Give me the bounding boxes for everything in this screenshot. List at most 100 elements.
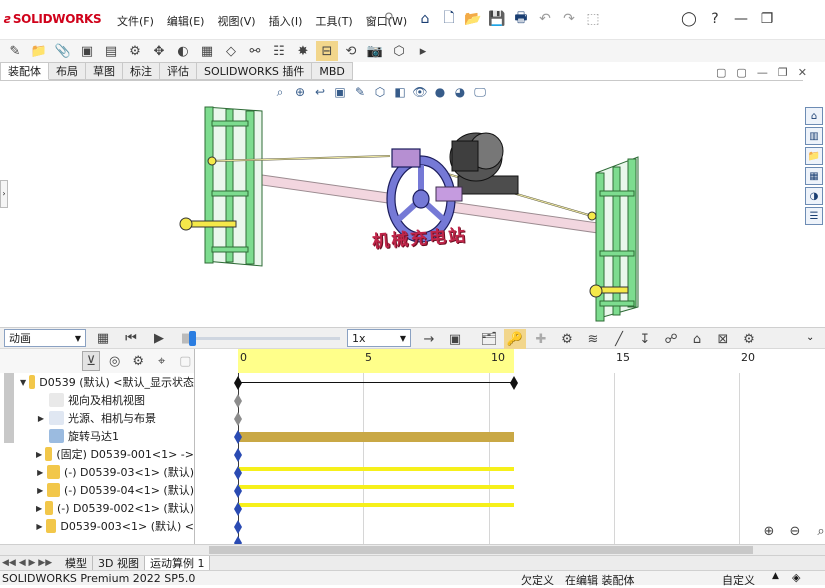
- units-arrow-icon[interactable]: ▲: [772, 571, 779, 581]
- playback-mode-icon[interactable]: →: [418, 329, 440, 349]
- tab-motion-study[interactable]: 运动算例 1: [144, 555, 211, 571]
- tree-item-views[interactable]: 视向及相机视图: [20, 391, 194, 409]
- file-explorer-icon[interactable]: 📁: [805, 147, 823, 165]
- custom-properties-icon[interactable]: ☰: [805, 207, 823, 225]
- damper-icon[interactable]: ╱: [608, 329, 630, 349]
- new-document-icon[interactable]: 🗋: [440, 10, 458, 28]
- graphics-area[interactable]: 机械充电站: [0, 80, 803, 327]
- solidworks-logo[interactable]: ƨ SOLIDWORKS: [4, 12, 102, 26]
- show-hidden-icon[interactable]: ◐: [172, 41, 194, 61]
- doc-close-icon[interactable]: ✕: [798, 66, 807, 79]
- doc-icon-b[interactable]: ▢: [736, 66, 746, 79]
- filter-driving-icon[interactable]: ⚙: [129, 351, 147, 371]
- panel-expand-handle[interactable]: ›: [0, 180, 8, 208]
- tab-addins[interactable]: SOLIDWORKS 插件: [197, 62, 313, 80]
- filter-results-icon[interactable]: ▢: [176, 351, 194, 371]
- add-key-icon[interactable]: ✚: [530, 329, 552, 349]
- solidworks-resources-icon[interactable]: ⌂: [805, 107, 823, 125]
- edit-component-icon[interactable]: ✎: [4, 41, 26, 61]
- view-settings-icon[interactable]: 🖵: [470, 83, 490, 101]
- tooltip-icon[interactable]: ◈: [792, 571, 800, 584]
- motion-options-icon[interactable]: ⚙: [738, 329, 760, 349]
- contact-icon[interactable]: ☍: [660, 329, 682, 349]
- tree-item-part[interactable]: ▶ (固定) D0539-001<1> ->: [20, 445, 194, 463]
- restore-icon[interactable]: ❐: [758, 10, 776, 28]
- tree-item-part[interactable]: ▶ D0539-003<1> (默认) <: [20, 517, 194, 535]
- play-icon[interactable]: ▶: [148, 328, 170, 348]
- user-icon[interactable]: ◯: [680, 10, 698, 28]
- tab-markup[interactable]: 标注: [123, 62, 160, 80]
- instant3d-icon[interactable]: ⊟: [316, 41, 338, 61]
- hide-show-icon[interactable]: 👁: [410, 83, 430, 101]
- component-preview-icon[interactable]: ▣: [76, 41, 98, 61]
- pin-icon[interactable]: ⚲: [384, 11, 394, 26]
- snapshot-icon[interactable]: 📷: [364, 41, 386, 61]
- collapse-motion-icon[interactable]: ⌄: [806, 332, 814, 343]
- mate-icon[interactable]: 📎: [52, 41, 74, 61]
- filter-animation-icon[interactable]: ◎: [106, 351, 124, 371]
- open-icon[interactable]: 📂: [464, 10, 482, 28]
- save-animation-icon[interactable]: ▣: [444, 329, 466, 349]
- playback-slider-thumb[interactable]: [189, 331, 196, 346]
- more-commands-icon[interactable]: ▸: [412, 41, 434, 61]
- menu-view[interactable]: 视图(V): [217, 13, 255, 29]
- playback-slider-track[interactable]: [190, 337, 340, 340]
- tree-item-part[interactable]: ▶ (-) D0539-002<1> (默认): [20, 499, 194, 517]
- doc-restore-icon[interactable]: ❐: [778, 66, 788, 79]
- tree-item-motor[interactable]: 旋转马达1: [20, 427, 194, 445]
- filter-icon[interactable]: ⊻: [82, 351, 100, 371]
- menu-tools[interactable]: 工具(T): [315, 13, 352, 29]
- tree-scrollbar[interactable]: [4, 373, 14, 443]
- menu-edit[interactable]: 编辑(E): [167, 13, 205, 29]
- motor-icon[interactable]: ⚙: [556, 329, 578, 349]
- view-palette-icon[interactable]: ▦: [805, 167, 823, 185]
- units-status[interactable]: 自定义: [722, 572, 755, 588]
- tab-model[interactable]: 模型: [60, 555, 93, 571]
- gravity-icon[interactable]: ⌂: [686, 329, 708, 349]
- home-icon[interactable]: ⌂: [416, 10, 434, 28]
- tab-mbd[interactable]: MBD: [312, 62, 353, 80]
- force-icon[interactable]: ↧: [634, 329, 656, 349]
- tree-item-part[interactable]: ▶ (-) D0539-04<1> (默认): [20, 481, 194, 499]
- zoom-out-icon[interactable]: ⊖: [784, 521, 806, 541]
- section-view-icon[interactable]: ▣: [330, 83, 350, 101]
- save-icon[interactable]: 💾: [488, 10, 506, 28]
- timeline-scrollbar-thumb[interactable]: [209, 546, 753, 554]
- time-ruler[interactable]: 0 5 10 15 20: [195, 349, 825, 373]
- tree-root-assembly[interactable]: ▼ D0539 (默认) <默认_显示状态: [20, 373, 194, 391]
- smart-fasteners-icon[interactable]: ⚙: [124, 41, 146, 61]
- bill-of-materials-icon[interactable]: ☷: [268, 41, 290, 61]
- menu-file[interactable]: 文件(F): [117, 13, 154, 29]
- play-from-start-icon[interactable]: ⏮: [120, 328, 142, 348]
- calculate-icon[interactable]: ▦: [92, 328, 114, 348]
- assembly-features-icon[interactable]: ▦: [196, 41, 218, 61]
- zoom-to-fit-icon[interactable]: ⌕: [270, 83, 290, 101]
- large-assembly-icon[interactable]: ⬡: [388, 41, 410, 61]
- tab-layout[interactable]: 布局: [49, 62, 86, 80]
- update-speedpak-icon[interactable]: ⟲: [340, 41, 362, 61]
- tree-item-part[interactable]: ▶ (-) D0539-03<1> (默认): [20, 463, 194, 481]
- zoom-fit-icon[interactable]: ⌕: [810, 521, 825, 541]
- insert-component-icon[interactable]: 📁: [28, 41, 50, 61]
- print-icon[interactable]: 🖶: [512, 10, 530, 28]
- redo-icon[interactable]: ↷: [560, 10, 578, 28]
- appearances-icon[interactable]: ◑: [805, 187, 823, 205]
- tab-evaluate[interactable]: 评估: [160, 62, 197, 80]
- new-motion-study-icon[interactable]: ⚯: [244, 41, 266, 61]
- menu-insert[interactable]: 插入(I): [269, 13, 303, 29]
- playback-speed-select[interactable]: 1x ▼: [347, 329, 411, 347]
- tab-nav-arrows[interactable]: ◀◀ ◀ ▶ ▶▶: [0, 558, 60, 568]
- animation-wizard-icon[interactable]: 🗂: [478, 329, 500, 349]
- linear-pattern-icon[interactable]: ▤: [100, 41, 122, 61]
- motion-timeline[interactable]: 0 5 10 15 20 ⊕ ⊖ ⌕: [194, 349, 825, 544]
- autokey-icon[interactable]: 🔑: [504, 329, 526, 349]
- zoom-area-icon[interactable]: ⊕: [290, 83, 310, 101]
- display-style-icon[interactable]: ◧: [390, 83, 410, 101]
- view-orientation-icon[interactable]: ⬡: [370, 83, 390, 101]
- tab-assembly[interactable]: 装配体: [1, 62, 49, 80]
- exploded-view-icon[interactable]: ✸: [292, 41, 314, 61]
- assembly-model[interactable]: [0, 81, 803, 328]
- tab-sketch[interactable]: 草图: [86, 62, 123, 80]
- study-type-select[interactable]: 动画 ▼: [4, 329, 86, 347]
- previous-view-icon[interactable]: ↩: [310, 83, 330, 101]
